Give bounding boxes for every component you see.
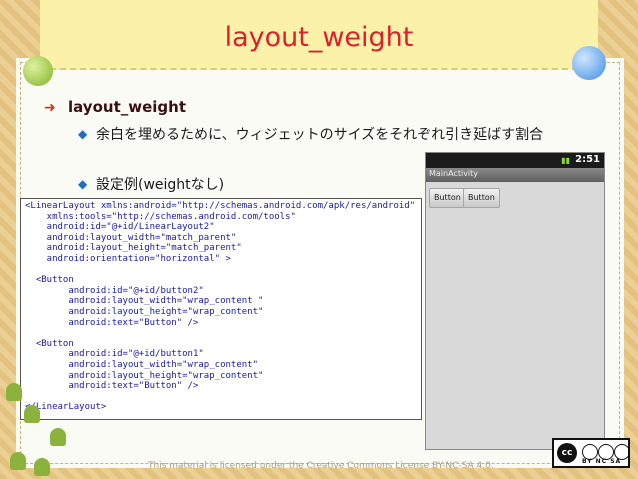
signal-icon: ▮▮ bbox=[561, 156, 570, 165]
slide-title: layout_weight bbox=[224, 22, 414, 53]
diamond-bullet-icon: ◆ bbox=[78, 127, 88, 141]
android-robot-icon bbox=[10, 452, 26, 470]
title-banner: layout_weight bbox=[40, 0, 598, 70]
code-line: android:id="@+id/button2" bbox=[25, 285, 204, 296]
phone-button-2[interactable]: Button bbox=[463, 188, 500, 208]
cc-badges-label: BY NC SA bbox=[582, 458, 622, 465]
code-line: android:layout_height="wrap_content" bbox=[25, 306, 264, 317]
code-line: android:layout_width="wrap_content" bbox=[25, 359, 258, 370]
code-line: android:orientation="horizontal" > bbox=[25, 253, 231, 264]
code-line: <LinearLayout xmlns:android="http://sche… bbox=[25, 201, 416, 211]
blue-pin-icon bbox=[572, 46, 606, 80]
app-body: Button Button bbox=[426, 182, 604, 449]
code-line: android:layout_height="match_parent" bbox=[25, 243, 242, 254]
creative-commons-badge: cc BY NC SA bbox=[552, 438, 630, 468]
code-line: android:text="Button" /> bbox=[25, 317, 199, 328]
code-line: xmlns:tools="http://schemas.android.com/… bbox=[25, 211, 296, 222]
license-text: This material is licensed under the Crea… bbox=[148, 461, 494, 471]
bullet-sub-1-text: 余白を埋めるために、ウィジェットのサイズをそれぞれ引き延ばす割合 bbox=[96, 127, 544, 143]
status-clock: 2:51 bbox=[575, 154, 600, 165]
code-line: <Button bbox=[25, 275, 74, 286]
android-robot-icon bbox=[6, 383, 22, 401]
code-line: android:layout_width="wrap_content " bbox=[25, 296, 264, 307]
code-line: android:text="Button" /> bbox=[25, 381, 199, 392]
bullet-main-text: layout_weight bbox=[68, 98, 186, 116]
green-pin-icon bbox=[23, 56, 53, 86]
code-line: <Button bbox=[25, 338, 74, 349]
code-line: </LinearLayout> bbox=[25, 402, 107, 413]
android-robot-icon bbox=[50, 428, 66, 446]
android-robot-icon bbox=[34, 458, 50, 476]
arrow-bullet-icon: ➜ bbox=[44, 100, 56, 116]
phone-button-1[interactable]: Button bbox=[429, 188, 466, 208]
code-line: android:id="@+id/LinearLayout2" bbox=[25, 222, 215, 233]
app-title: MainActivity bbox=[429, 169, 479, 178]
code-line: android:layout_width="match_parent" bbox=[25, 232, 237, 243]
diamond-bullet-icon: ◆ bbox=[78, 177, 88, 191]
app-titlebar: MainActivity bbox=[426, 168, 604, 182]
cc-logo-icon: cc bbox=[557, 443, 577, 463]
android-screenshot: ▮▮ 2:51 MainActivity Button Button bbox=[425, 152, 605, 450]
bullet-sub-2-text: 設定例(weightなし) bbox=[96, 177, 225, 193]
code-sample: <LinearLayout xmlns:android="http://sche… bbox=[20, 198, 422, 420]
code-line: android:id="@+id/button1" bbox=[25, 349, 204, 360]
status-bar: ▮▮ 2:51 bbox=[426, 153, 604, 168]
code-line: android:layout_height="wrap_content" bbox=[25, 370, 264, 381]
android-robot-icon bbox=[24, 405, 40, 423]
